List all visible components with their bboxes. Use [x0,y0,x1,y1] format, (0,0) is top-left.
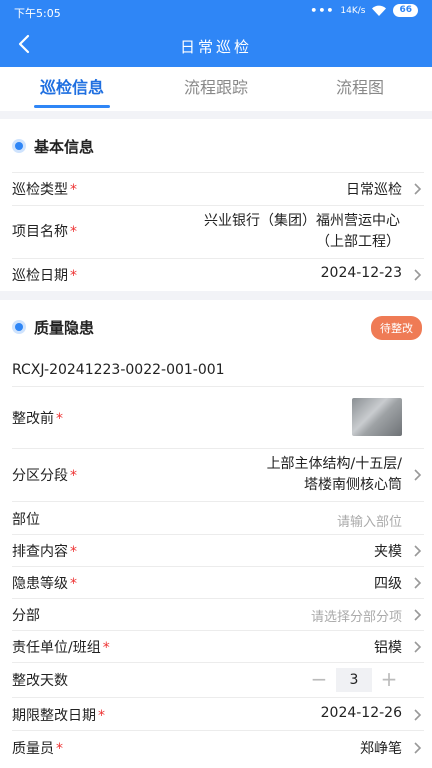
wifi-icon [371,5,387,17]
field-label: 整改天数 [12,673,68,689]
days-value[interactable]: 3 [336,668,372,692]
field-label: 排查内容 * [12,544,77,560]
field-label: 整改前 * [12,411,63,427]
field-label: 责任单位/班组 * [12,640,110,656]
status-time: 下午5:05 [14,7,61,20]
row-quality-inspector[interactable]: 质量员 * 郑峥笔 [12,730,424,763]
row-project-name: 项目名称 * 兴业银行（集团）福州营运中心 （上部工程） [12,205,424,258]
zone-line1: 上部主体结构/十五层/ [266,456,402,472]
chevron-right-icon [412,468,422,482]
chevron-right-icon [412,640,422,654]
field-label: 部位 [12,512,40,528]
row-hazard-level[interactable]: 隐患等级 * 四级 [12,566,424,598]
chevron-right-icon [412,544,422,558]
field-label: 巡检日期 * [12,268,77,284]
decrement-button[interactable]: − [306,669,332,691]
before-photo-thumbnail[interactable] [352,398,402,436]
days-stepper: − 3 + [306,668,402,692]
tab-process-tracking[interactable]: 流程跟踪 [144,67,288,111]
project-name-line2: （上部工程） [316,234,400,250]
section-title: 质量隐患 [34,319,95,337]
deadline-date-value: 2024-12-26 [320,705,402,721]
hazard-level-value: 四级 [374,576,402,592]
row-deadline-date[interactable]: 期限整改日期 * 2024-12-26 [12,697,424,730]
hazard-code: RCXJ-20241223-0022-001-001 [12,362,225,378]
quality-hazard-card: 质量隐患 待整改 RCXJ-20241223-0022-001-001 整改前 *… [0,300,432,768]
tab-flowchart[interactable]: 流程图 [288,67,432,111]
inspection-date-value: 2024-12-23 [320,265,402,281]
chevron-right-icon [412,576,422,590]
status-bar: 下午5:05 ••• 14K/s 66 [0,0,432,24]
increment-button[interactable]: + [376,669,402,691]
chevron-right-icon [412,182,422,196]
section-header: 质量隐患 待整改 [0,300,432,353]
field-label: 项目名称 * [12,224,77,240]
tab-bar: 巡检信息 流程跟踪 流程图 [0,67,432,111]
chevron-right-icon [412,708,422,722]
row-before-rectification: 整改前 * [12,386,424,448]
row-inspection-date[interactable]: 巡检日期 * 2024-12-23 [12,258,424,291]
chevron-right-icon [412,608,422,622]
chevron-right-icon [412,268,422,282]
location-input[interactable]: 请输入部位 [337,511,402,530]
check-content-value: 夹模 [374,544,402,560]
basic-info-card: 基本信息 巡检类型 * 日常巡检 项目名称 * 兴业银行（集团）福州营运中心 （上部… [0,119,432,291]
quality-inspector-value: 郑峥笔 [360,741,402,757]
field-label: 分区分段 * [12,468,77,484]
row-zone-section[interactable]: 分区分段 * 上部主体结构/十五层/ 塔楼南侧核心筒 [12,448,424,501]
field-label: 巡检类型 * [12,182,77,198]
row-inspection-type[interactable]: 巡检类型 * 日常巡检 [12,172,424,205]
inspection-type-value: 日常巡检 [346,182,402,198]
project-name-value: 兴业银行（集团）福州营运中心 （上部工程） [204,211,400,253]
page-title: 日常巡检 [179,38,252,56]
status-badge: 待整改 [371,316,422,340]
row-responsible-unit[interactable]: 责任单位/班组 * 铝模 [12,630,424,662]
battery-indicator: 66 [393,4,418,17]
section-header: 基本信息 [0,119,432,172]
row-location[interactable]: 部位 请输入部位 [12,501,424,534]
notification-dots: ••• [310,4,335,17]
field-label: 质量员 * [12,741,63,757]
row-division[interactable]: 分部 请选择分部分项 [12,598,424,630]
zone-line2: 塔楼南侧核心筒 [304,477,402,493]
row-rectify-days: 整改天数 − 3 + [12,662,424,697]
responsible-unit-value: 铝模 [374,640,402,656]
section-dot-icon [12,139,26,153]
app-header: 下午5:05 ••• 14K/s 66 日常巡检 [0,0,432,67]
network-speed: 14K/s [340,5,366,16]
section-title: 基本信息 [34,138,95,156]
division-select[interactable]: 请选择分部分项 [311,606,402,625]
section-dot-icon [12,320,26,334]
zone-section-value: 上部主体结构/十五层/ 塔楼南侧核心筒 [267,454,402,496]
project-name-line1: 兴业银行（集团）福州营运中心 [204,213,400,229]
status-indicators: ••• 14K/s 66 [310,4,418,17]
row-check-content[interactable]: 排查内容 * 夹模 [12,534,424,566]
field-label: 分部 [12,608,40,624]
chevron-right-icon [412,741,422,755]
field-label: 期限整改日期 * [12,708,105,724]
tab-inspection-info[interactable]: 巡检信息 [0,67,144,111]
field-label: 隐患等级 * [12,576,77,592]
